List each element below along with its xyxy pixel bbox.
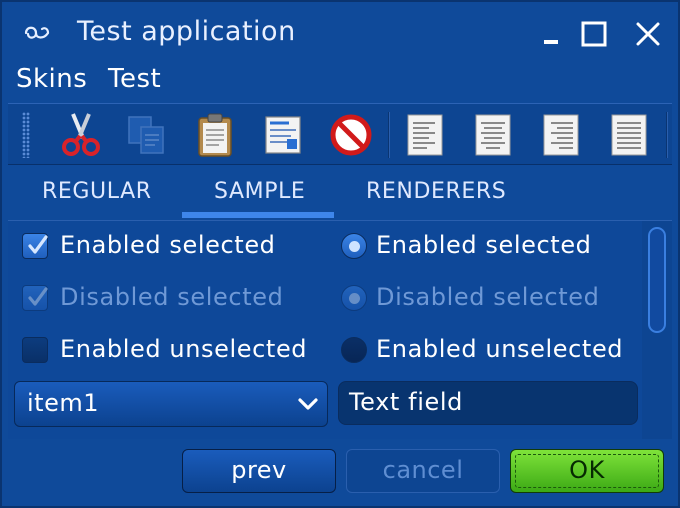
toolbar-grip[interactable] [22,112,30,158]
tab-regular[interactable]: REGULAR [42,179,152,204]
radio-unselected-icon[interactable] [341,337,367,363]
tab-sample[interactable]: SAMPLE [214,179,305,204]
stop-icon[interactable] [326,109,376,161]
sample-panel: Enabled selected Disabled selected Enabl… [8,221,672,439]
text-field[interactable]: Text field [338,381,638,425]
app-logo-icon [22,20,52,46]
radio-enabled-selected[interactable]: Enabled selected [338,227,638,267]
focus-ring [515,454,659,488]
application-window: Test application Skins Test REGULAR SAMP… [0,0,680,508]
prev-button[interactable]: prev [182,449,336,493]
copy-icon[interactable] [122,109,172,161]
radio-selected-icon [341,285,367,311]
format-icon[interactable] [258,109,308,161]
radio-enabled-unselected[interactable]: Enabled unselected [338,331,638,371]
checkbox-label: Enabled selected [60,231,276,259]
close-icon[interactable] [632,18,664,50]
align-left-icon[interactable] [400,109,450,161]
menu-test[interactable]: Test [108,64,161,94]
paste-icon[interactable] [190,109,240,161]
checkbox-checked-icon[interactable] [22,233,48,259]
menu-skins[interactable]: Skins [16,64,87,94]
vertical-scrollbar[interactable] [642,221,672,439]
checkbox-unchecked-icon[interactable] [22,337,48,363]
maximize-icon[interactable] [578,18,610,50]
align-center-icon[interactable] [468,109,518,161]
title-bar[interactable]: Test application [2,2,678,64]
tab-renderers[interactable]: RENDERERS [366,179,506,204]
toolbar-separator [666,112,668,158]
radio-selected-icon[interactable] [341,233,367,259]
cancel-button[interactable]: cancel [346,449,500,493]
scrollbar-thumb[interactable] [648,227,666,333]
window-title: Test application [77,16,296,47]
checkbox-enabled-unselected[interactable]: Enabled unselected [8,331,328,371]
menu-bar: Skins Test [2,64,678,100]
checkbox-label: Disabled selected [60,283,284,311]
toolbar-separator [388,112,390,158]
checkbox-label: Enabled unselected [60,335,308,363]
radio-label: Enabled unselected [376,335,624,363]
minimize-icon[interactable] [538,18,570,50]
align-right-icon[interactable] [536,109,586,161]
combo-box[interactable]: item1 [14,381,328,427]
checkbox-disabled-selected: Disabled selected [8,279,328,319]
radio-label: Enabled selected [376,231,592,259]
dialog-buttons: prev cancel OK [8,439,672,502]
ok-button[interactable]: OK [510,449,664,493]
chevron-down-icon[interactable] [297,394,319,418]
radio-label: Disabled selected [376,283,600,311]
toolbar [8,103,672,165]
combo-value: item1 [27,389,99,417]
text-field-value: Text field [349,388,463,416]
align-justify-icon[interactable] [604,109,654,161]
radio-disabled-selected: Disabled selected [338,279,638,319]
selected-tab-indicator [182,212,334,218]
cut-icon[interactable] [56,109,106,161]
tab-bar: REGULAR SAMPLE RENDERERS [8,169,672,221]
checkbox-enabled-selected[interactable]: Enabled selected [8,227,328,267]
checkbox-checked-icon [22,285,48,311]
